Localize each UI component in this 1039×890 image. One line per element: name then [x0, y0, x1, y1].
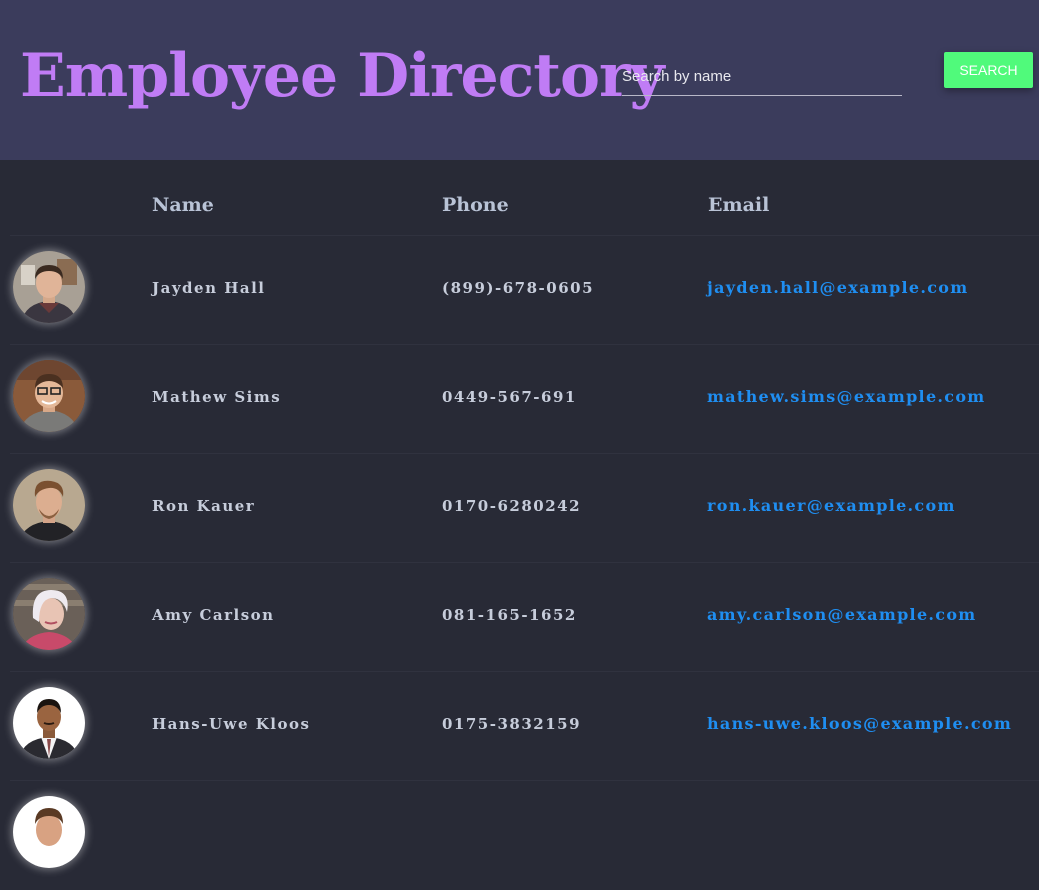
avatar	[13, 687, 85, 759]
employee-name: Mathew Sims	[152, 388, 282, 406]
person-photo-icon	[13, 251, 85, 323]
column-header-phone[interactable]: Phone	[442, 190, 509, 220]
avatar	[13, 360, 85, 432]
employee-phone: (899)-678-0605	[442, 279, 595, 297]
avatar	[13, 796, 85, 868]
person-photo-icon	[13, 360, 85, 432]
employee-phone: 0170-6280242	[442, 497, 582, 515]
employee-email-link[interactable]: jayden.hall@example.com	[707, 276, 968, 300]
table-row: Jayden Hall (899)-678-0605 jayden.hall@e…	[10, 235, 1039, 345]
person-photo-icon	[13, 687, 85, 759]
column-header-name[interactable]: Name	[152, 190, 214, 220]
employee-name: Hans-Uwe Kloos	[152, 715, 311, 733]
avatar	[13, 469, 85, 541]
search-button[interactable]: SEARCH	[944, 52, 1033, 88]
employee-phone: 0175-3832159	[442, 715, 582, 733]
employee-email-link[interactable]: ron.kauer@example.com	[707, 494, 956, 518]
page-title: Employee Directory	[20, 41, 664, 111]
person-photo-icon	[13, 578, 85, 650]
employee-phone: 0449-567-691	[442, 388, 577, 406]
employee-email-link[interactable]: hans-uwe.kloos@example.com	[707, 712, 1012, 736]
search-input[interactable]	[622, 58, 902, 96]
column-header-email[interactable]: Email	[708, 190, 769, 220]
table-row: Ron Kauer 0170-6280242 ron.kauer@example…	[10, 453, 1039, 563]
table-row: Amy Carlson 081-165-1652 amy.carlson@exa…	[10, 562, 1039, 672]
employee-email-link[interactable]: mathew.sims@example.com	[707, 385, 986, 409]
page-header: Employee Directory SEARCH	[0, 0, 1039, 160]
employee-name: Ron Kauer	[152, 497, 256, 515]
person-photo-icon	[13, 469, 85, 541]
avatar	[13, 251, 85, 323]
employee-phone: 081-165-1652	[442, 606, 577, 624]
employee-name: Jayden Hall	[152, 279, 266, 297]
employee-email-link[interactable]: amy.carlson@example.com	[707, 603, 977, 627]
search-field	[622, 58, 902, 98]
employee-name: Amy Carlson	[152, 606, 275, 624]
person-photo-icon	[13, 796, 85, 868]
avatar	[13, 578, 85, 650]
table-row: Hans-Uwe Kloos 0175-3832159 hans-uwe.klo…	[10, 671, 1039, 781]
table-row	[10, 780, 1039, 890]
table-row: Mathew Sims 0449-567-691 mathew.sims@exa…	[10, 344, 1039, 454]
